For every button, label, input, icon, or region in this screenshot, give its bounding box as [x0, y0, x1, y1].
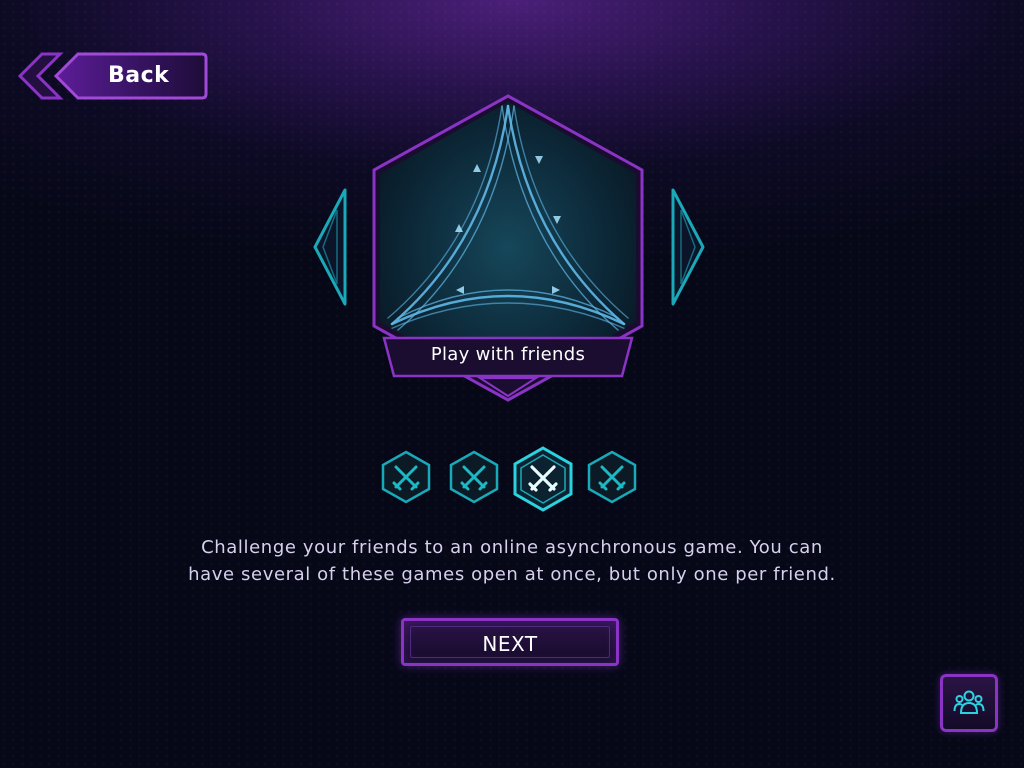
- mode-pager: [378, 446, 642, 512]
- next-mode-arrow[interactable]: [669, 188, 707, 306]
- pager-dot-2[interactable]: [446, 449, 502, 511]
- mode-description: Challenge your friends to an online asyn…: [112, 534, 912, 588]
- pager-dot-1[interactable]: [378, 449, 434, 511]
- pager-dot-4[interactable]: [584, 449, 640, 511]
- back-label: Back: [108, 63, 170, 88]
- game-mode-card[interactable]: Play with friends: [370, 92, 646, 404]
- mode-title: Play with friends: [430, 344, 586, 365]
- next-button[interactable]: NEXT: [401, 618, 619, 666]
- friends-icon: [953, 690, 985, 714]
- next-label: NEXT: [482, 632, 538, 656]
- description-line-2: have several of these games open at once…: [188, 564, 836, 585]
- previous-mode-arrow[interactable]: [311, 188, 349, 306]
- friends-button[interactable]: [940, 674, 998, 732]
- pager-dot-3-active[interactable]: [512, 446, 574, 512]
- back-button[interactable]: Back: [16, 52, 210, 100]
- description-line-1: Challenge your friends to an online asyn…: [201, 537, 823, 558]
